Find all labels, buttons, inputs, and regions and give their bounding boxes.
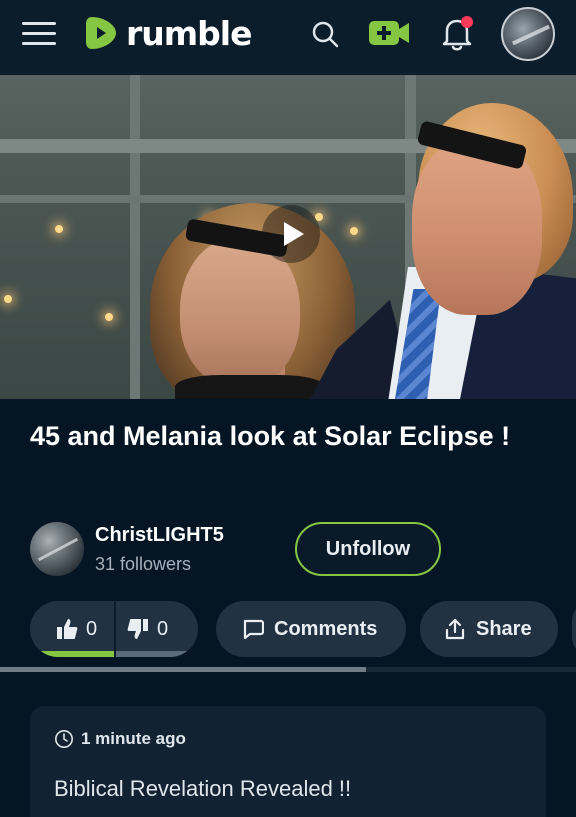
unfollow-button[interactable]: Unfollow — [295, 522, 441, 576]
upload-video-icon[interactable] — [367, 18, 411, 48]
video-player[interactable] — [0, 75, 576, 399]
user-avatar[interactable] — [501, 7, 555, 61]
description-card[interactable]: 1 minute ago Biblical Revelation Reveale… — [30, 706, 546, 817]
comments-label: Comments — [274, 617, 378, 640]
search-icon[interactable] — [310, 19, 340, 49]
notification-dot — [461, 16, 473, 28]
top-header: rumble — [0, 0, 576, 74]
like-ratio-bar — [38, 651, 114, 657]
notification-bell-icon[interactable] — [438, 14, 476, 52]
more-actions-button[interactable] — [572, 601, 576, 657]
like-button[interactable]: 0 — [30, 601, 114, 657]
share-button[interactable]: Share — [420, 601, 558, 657]
actions-scrollbar-thumb[interactable] — [0, 667, 366, 672]
upload-time: 1 minute ago — [54, 729, 186, 749]
rumble-logo-icon — [86, 17, 116, 49]
brand-name: rumble — [126, 13, 252, 53]
share-label: Share — [476, 617, 532, 640]
rumble-logo[interactable]: rumble — [84, 13, 252, 53]
rumble-video-page: rumble 45 and Melania look at Solar Ecli… — [0, 0, 576, 817]
dislike-button[interactable]: 0 — [115, 601, 198, 657]
dislike-count: 0 — [157, 617, 169, 640]
channel-name[interactable]: ChristLIGHT5 — [95, 524, 224, 547]
comments-button[interactable]: Comments — [216, 601, 406, 657]
thumbs-down-icon — [127, 619, 148, 639]
menu-icon[interactable] — [20, 16, 58, 50]
like-count: 0 — [86, 617, 98, 640]
follower-count: 31 followers — [95, 554, 192, 574]
channel-avatar[interactable] — [30, 522, 84, 576]
video-title: 45 and Melania look at Solar Eclipse ! — [30, 421, 511, 451]
play-icon[interactable] — [262, 205, 320, 263]
time-ago-label: 1 minute ago — [81, 729, 186, 748]
dislike-ratio-bar — [116, 651, 192, 657]
thumbs-up-icon — [57, 619, 78, 639]
share-icon — [445, 618, 465, 640]
comment-icon — [243, 619, 264, 640]
clock-icon — [55, 730, 73, 748]
vote-group: 0 0 — [30, 601, 198, 657]
description-text: Biblical Revelation Revealed !! — [54, 776, 352, 801]
